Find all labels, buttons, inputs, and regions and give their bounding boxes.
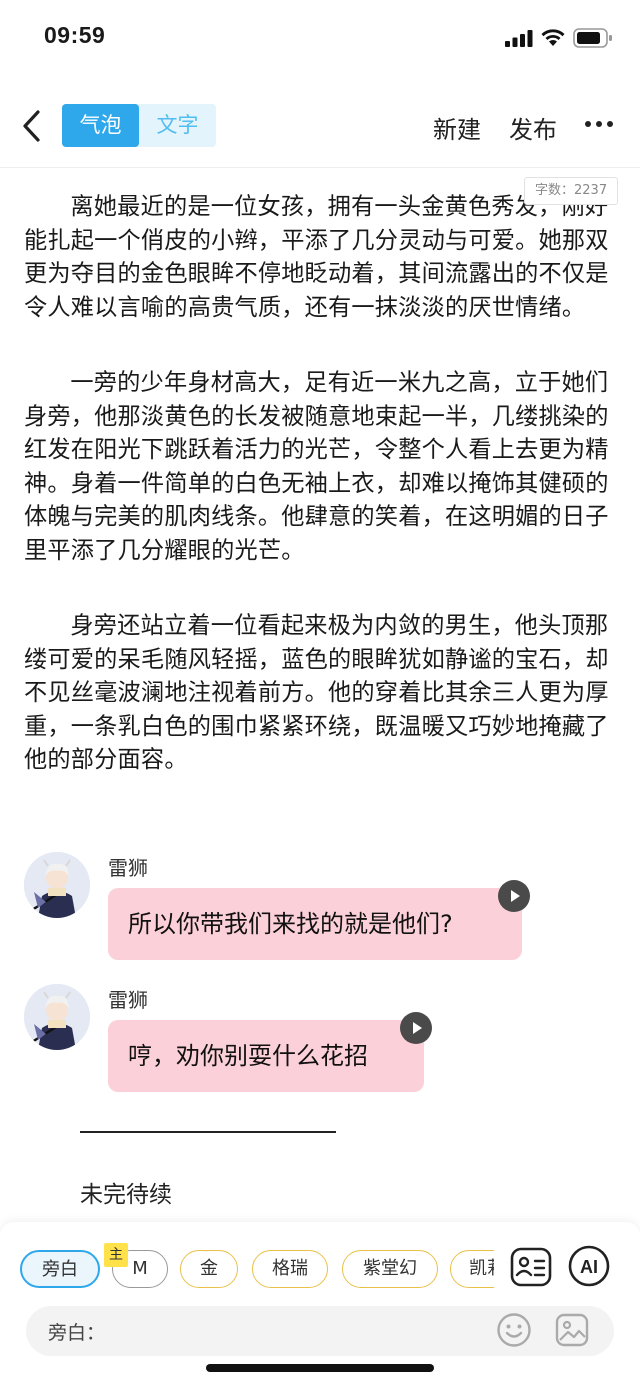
message-bubble[interactable]: 哼，劝你别耍什么花招 <box>108 1020 424 1092</box>
speaker-name: 雷狮 <box>108 988 148 1012</box>
play-icon[interactable] <box>498 880 530 912</box>
battery-icon <box>573 28 612 48</box>
status-time: 09:59 <box>44 22 106 48</box>
status-bar: 09:59 <box>0 0 640 80</box>
section-divider <box>80 1131 336 1133</box>
back-arrow-icon[interactable] <box>18 106 46 146</box>
signal-icon <box>505 30 533 47</box>
character-chip-gerui[interactable]: 格瑞 <box>252 1250 328 1288</box>
to-be-continued-text[interactable]: 未完待续 <box>80 1175 172 1209</box>
image-icon[interactable] <box>554 1312 590 1348</box>
message-bubble[interactable]: 所以你带我们来找的就是他们? <box>108 888 522 960</box>
story-paragraph[interactable]: 离她最近的是一位女孩，拥有一头金黄色秀发，刚好能扎起一个俏皮的小辫，平添了几分灵… <box>24 190 614 324</box>
character-list-icon[interactable] <box>510 1247 552 1287</box>
nav-bar: 气泡 文字 新建 发布 <box>0 88 640 168</box>
avatar[interactable] <box>24 984 90 1050</box>
tab-bubble[interactable]: 气泡 <box>62 104 139 147</box>
play-icon[interactable] <box>400 1012 432 1044</box>
character-chip-zitanghuan[interactable]: 紫堂幻 <box>342 1250 438 1288</box>
character-chip-narrator[interactable]: 旁白 <box>20 1250 100 1288</box>
character-chip-jin[interactable]: 金 <box>180 1250 238 1288</box>
more-icon[interactable] <box>584 114 614 134</box>
story-paragraph[interactable]: 一旁的少年身材高大，足有近一米九之高，立于她们身旁，他那淡黄色的长发被随意地束起… <box>24 366 614 567</box>
character-chip-kaili[interactable]: 凯莉 <box>450 1250 494 1288</box>
dialogue-input[interactable]: 旁白： <box>26 1306 614 1356</box>
avatar[interactable] <box>24 852 90 918</box>
input-speaker-label: 旁白： <box>48 1322 106 1344</box>
story-paragraph[interactable]: 身旁还站立着一位看起来极为内敛的男生，他头顶那缕可爱的呆毛随风轻摇，蓝色的眼眸犹… <box>24 609 614 777</box>
character-chips: 旁白 M 金 格瑞 紫堂幻 凯莉 <box>20 1250 494 1292</box>
svg-text:AI: AI <box>580 1257 598 1277</box>
mode-toggle: 气泡 文字 <box>62 104 216 147</box>
ai-icon[interactable]: AI <box>568 1245 610 1287</box>
wifi-icon <box>541 29 565 46</box>
home-indicator <box>206 1364 434 1372</box>
main-character-tag: 主 <box>104 1243 128 1267</box>
emoji-icon[interactable] <box>496 1312 532 1348</box>
speaker-name: 雷狮 <box>108 856 148 880</box>
new-button[interactable]: 新建 <box>433 110 481 145</box>
publish-button[interactable]: 发布 <box>509 110 557 145</box>
word-count-badge: 字数：2237 <box>524 177 619 205</box>
story-content: 离她最近的是一位女孩，拥有一头金黄色秀发，刚好能扎起一个俏皮的小辫，平添了几分灵… <box>24 190 614 819</box>
tab-text[interactable]: 文字 <box>139 104 216 147</box>
